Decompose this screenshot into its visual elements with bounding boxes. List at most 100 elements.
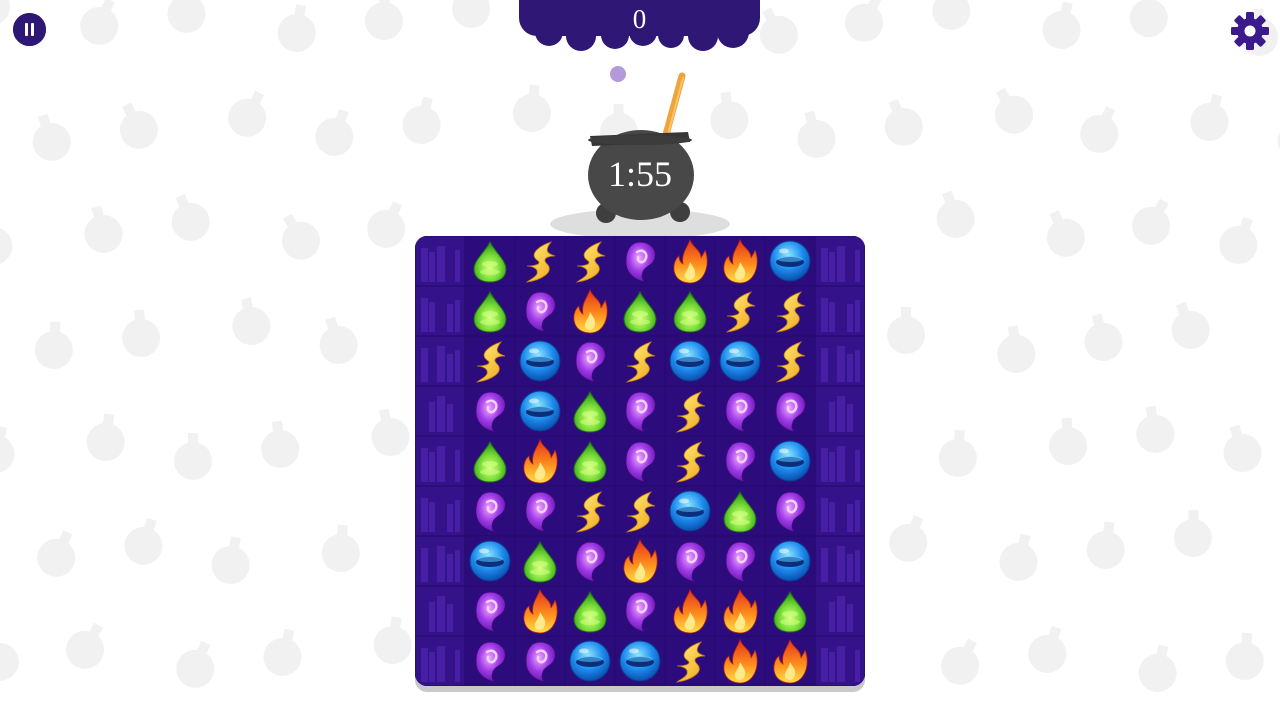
- gem-purple-swirl-drop[interactable]: [565, 336, 615, 386]
- gem-yellow-lightning-swirl[interactable]: [565, 486, 615, 536]
- gem-yellow-lightning-swirl[interactable]: [715, 286, 765, 336]
- gem-yellow-lightning-swirl[interactable]: [565, 236, 615, 286]
- score-display: 0: [519, 0, 760, 56]
- gem-yellow-lightning-swirl[interactable]: [615, 336, 665, 386]
- green-potion-drop-icon: [473, 440, 507, 483]
- gem-orange-fire-flame[interactable]: [565, 286, 615, 336]
- gem-green-potion-drop[interactable]: [665, 286, 715, 336]
- purple-swirl-drop-icon: [525, 291, 556, 333]
- gem-blue-water-orb[interactable]: [515, 386, 565, 436]
- gem-blue-water-orb[interactable]: [765, 536, 815, 586]
- purple-swirl-drop-icon: [575, 541, 606, 583]
- gem-orange-fire-flame[interactable]: [665, 236, 715, 286]
- purple-swirl-drop-icon: [625, 241, 656, 283]
- gem-orange-fire-flame[interactable]: [665, 586, 715, 636]
- gem-blue-water-orb[interactable]: [515, 336, 565, 386]
- gem-orange-fire-flame[interactable]: [515, 586, 565, 636]
- orange-fire-flame-icon: [723, 238, 758, 284]
- gear-icon: [1231, 12, 1269, 50]
- orange-fire-flame-icon: [673, 588, 708, 634]
- gem-orange-fire-flame[interactable]: [615, 536, 665, 586]
- gem-blue-water-orb[interactable]: [565, 636, 615, 686]
- blue-water-orb-icon: [769, 440, 811, 482]
- gem-yellow-lightning-swirl[interactable]: [665, 636, 715, 686]
- gem-blue-water-orb[interactable]: [665, 336, 715, 386]
- green-potion-drop-icon: [773, 590, 807, 633]
- gem-purple-swirl-drop[interactable]: [765, 486, 815, 536]
- purple-swirl-drop-icon: [775, 391, 806, 433]
- gem-yellow-lightning-swirl[interactable]: [665, 436, 715, 486]
- purple-swirl-drop-icon: [775, 491, 806, 533]
- gem-purple-swirl-drop[interactable]: [515, 486, 565, 536]
- gem-blue-water-orb[interactable]: [665, 486, 715, 536]
- gem-yellow-lightning-swirl[interactable]: [765, 286, 815, 336]
- gem-orange-fire-flame[interactable]: [715, 586, 765, 636]
- green-potion-drop-icon: [573, 390, 607, 433]
- gem-blue-water-orb[interactable]: [765, 236, 815, 286]
- blue-water-orb-icon: [519, 340, 561, 382]
- gem-orange-fire-flame[interactable]: [715, 636, 765, 686]
- gem-blue-water-orb[interactable]: [465, 536, 515, 586]
- orange-fire-flame-icon: [523, 588, 558, 634]
- gem-green-potion-drop[interactable]: [515, 536, 565, 586]
- score-value: 0: [632, 4, 647, 34]
- gem-green-potion-drop[interactable]: [565, 386, 615, 436]
- gem-green-potion-drop[interactable]: [465, 436, 515, 486]
- gem-purple-swirl-drop[interactable]: [715, 536, 765, 586]
- gem-purple-swirl-drop[interactable]: [615, 586, 665, 636]
- gem-orange-fire-flame[interactable]: [765, 636, 815, 686]
- purple-swirl-drop-icon: [625, 391, 656, 433]
- pause-button[interactable]: [13, 13, 46, 46]
- gem-orange-fire-flame[interactable]: [715, 236, 765, 286]
- gem-yellow-lightning-swirl[interactable]: [765, 336, 815, 386]
- gem-blue-water-orb[interactable]: [765, 436, 815, 486]
- gem-green-potion-drop[interactable]: [565, 436, 615, 486]
- gem-yellow-lightning-swirl[interactable]: [515, 236, 565, 286]
- yellow-lightning-swirl-icon: [725, 291, 756, 333]
- orange-fire-flame-icon: [623, 538, 658, 584]
- gem-purple-swirl-drop[interactable]: [665, 536, 715, 586]
- gem-green-potion-drop[interactable]: [465, 286, 515, 336]
- gem-purple-swirl-drop[interactable]: [465, 386, 515, 436]
- gem-purple-swirl-drop[interactable]: [465, 636, 515, 686]
- gem-purple-swirl-drop[interactable]: [515, 286, 565, 336]
- gem-blue-water-orb[interactable]: [715, 336, 765, 386]
- green-potion-drop-icon: [473, 240, 507, 283]
- gem-yellow-lightning-swirl[interactable]: [465, 336, 515, 386]
- gem-purple-swirl-drop[interactable]: [715, 436, 765, 486]
- gem-green-potion-drop[interactable]: [465, 236, 515, 286]
- gem-yellow-lightning-swirl[interactable]: [615, 486, 665, 536]
- yellow-lightning-swirl-icon: [525, 241, 556, 283]
- green-potion-drop-icon: [573, 590, 607, 633]
- yellow-lightning-swirl-icon: [575, 241, 606, 283]
- purple-swirl-drop-icon: [475, 491, 506, 533]
- timer-value: 1:55: [607, 154, 672, 194]
- gem-purple-swirl-drop[interactable]: [615, 436, 665, 486]
- gem-purple-swirl-drop[interactable]: [465, 586, 515, 636]
- gem-purple-swirl-drop[interactable]: [615, 386, 665, 436]
- gem-green-potion-drop[interactable]: [565, 586, 615, 636]
- gem-green-potion-drop[interactable]: [615, 286, 665, 336]
- gem-purple-swirl-drop[interactable]: [765, 386, 815, 436]
- gem-purple-swirl-drop[interactable]: [565, 536, 615, 586]
- gem-purple-swirl-drop[interactable]: [515, 636, 565, 686]
- orange-fire-flame-icon: [773, 638, 808, 684]
- gem-purple-swirl-drop[interactable]: [615, 236, 665, 286]
- gem-green-potion-drop[interactable]: [715, 486, 765, 536]
- gem-purple-swirl-drop[interactable]: [465, 486, 515, 536]
- timer-cauldron: 1:55: [540, 60, 740, 240]
- gem-yellow-lightning-swirl[interactable]: [665, 386, 715, 436]
- purple-swirl-drop-icon: [475, 641, 506, 683]
- green-potion-drop-icon: [473, 290, 507, 333]
- settings-button[interactable]: [1230, 11, 1270, 51]
- gem-green-potion-drop[interactable]: [765, 586, 815, 636]
- game-board: [415, 236, 865, 686]
- green-potion-drop-icon: [523, 540, 557, 583]
- purple-swirl-drop-icon: [675, 541, 706, 583]
- gem-blue-water-orb[interactable]: [615, 636, 665, 686]
- blue-water-orb-icon: [769, 540, 811, 582]
- pause-icon: [13, 13, 46, 46]
- gem-purple-swirl-drop[interactable]: [715, 386, 765, 436]
- orange-fire-flame-icon: [673, 238, 708, 284]
- gem-orange-fire-flame[interactable]: [515, 436, 565, 486]
